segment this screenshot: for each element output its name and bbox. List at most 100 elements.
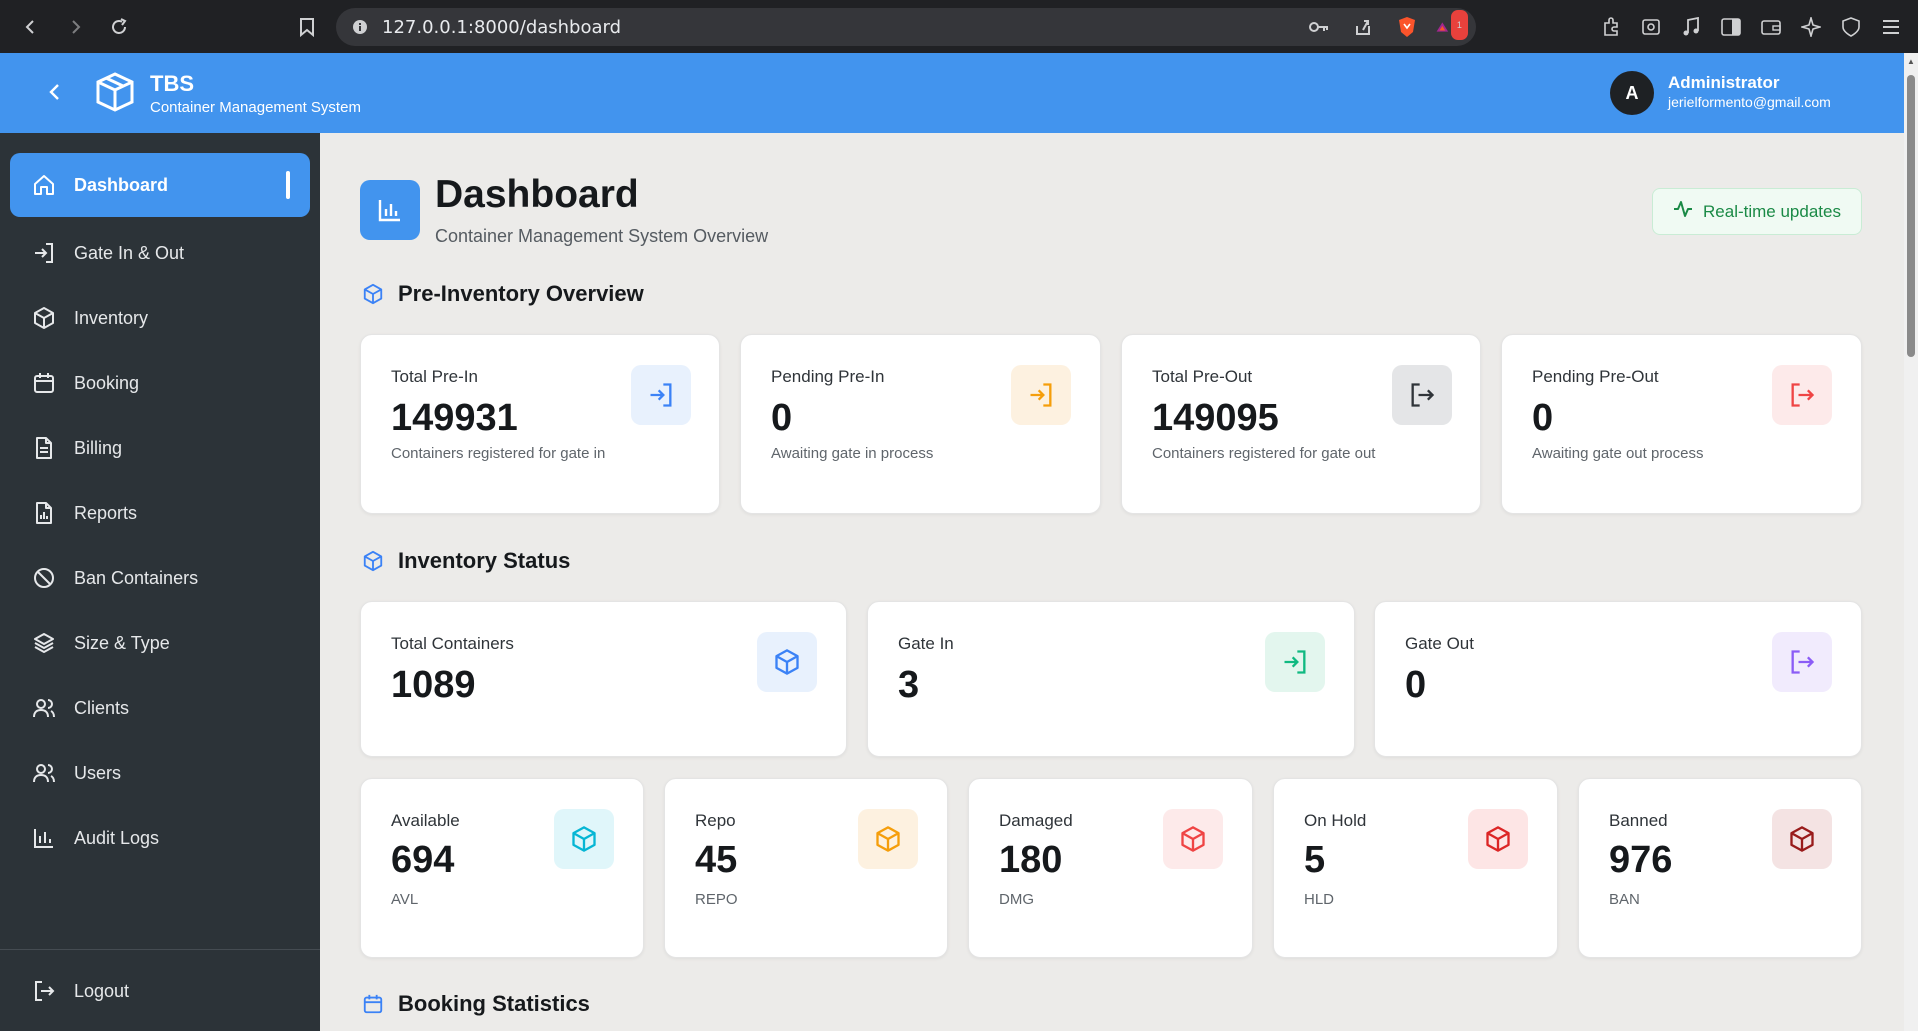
stat-card-total-pre-in[interactable]: Total Pre-In 149931 Containers registere… — [360, 334, 720, 514]
sidebar-toggle-icon[interactable] — [1716, 12, 1746, 42]
scroll-up-icon[interactable]: ▲ — [1906, 57, 1916, 67]
dashboard-chart-icon — [360, 180, 420, 240]
sidebar-item-label: Billing — [74, 437, 123, 458]
stat-label: Pending Pre-In — [771, 367, 885, 386]
status-code: DMG — [999, 891, 1034, 908]
stat-value: 3 — [898, 664, 920, 706]
stat-card-total-containers[interactable]: Total Containers 1089 — [360, 601, 847, 757]
sidebar-item-gate-in-out[interactable]: Gate In & Out — [10, 221, 310, 285]
stat-value: 1089 — [391, 664, 476, 706]
box-icon — [1772, 809, 1832, 869]
stat-label: On Hold — [1304, 811, 1367, 830]
sidebar-item-ban-containers[interactable]: Ban Containers — [10, 546, 310, 610]
stat-card-gate-in[interactable]: Gate In 3 — [867, 601, 1355, 757]
collapse-sidebar-icon[interactable] — [40, 77, 70, 107]
user-info[interactable]: Administrator jerielformento@gmail.com — [1668, 73, 1831, 110]
key-icon[interactable] — [1304, 12, 1334, 42]
stat-label: Banned — [1609, 811, 1668, 830]
sidebar-item-label: Dashboard — [74, 174, 169, 195]
stat-card-pending-pre-out[interactable]: Pending Pre-Out 0 Awaiting gate out proc… — [1501, 334, 1862, 514]
back-icon[interactable] — [16, 12, 46, 42]
share-icon[interactable] — [1348, 12, 1378, 42]
box-icon — [1468, 809, 1528, 869]
sidebar-item-label: Booking — [74, 372, 140, 393]
screenshot-icon[interactable] — [1636, 12, 1666, 42]
container-logo-icon — [94, 71, 136, 113]
brave-shield-icon[interactable] — [1392, 12, 1422, 42]
sidebar-item-billing[interactable]: Billing — [10, 416, 310, 480]
stat-card-pending-pre-in[interactable]: Pending Pre-In 0 Awaiting gate in proces… — [740, 334, 1101, 514]
site-info-icon[interactable] — [350, 17, 370, 37]
stat-card-available[interactable]: Available 694 AVL — [360, 778, 644, 958]
forward-icon[interactable] — [60, 12, 90, 42]
sidebar-item-label: Size & Type — [74, 632, 170, 653]
sidebar-item-label: Ban Containers — [74, 567, 199, 588]
box-icon — [757, 632, 817, 692]
menu-icon[interactable] — [1876, 12, 1906, 42]
stat-value: 45 — [695, 839, 738, 881]
wallet-icon[interactable] — [1756, 12, 1786, 42]
sidebar-item-audit-logs[interactable]: Audit Logs — [10, 806, 310, 870]
sidebar-item-label: Audit Logs — [74, 827, 160, 848]
logout-icon — [30, 977, 58, 1005]
calendar-icon — [360, 991, 386, 1017]
extensions-icon[interactable] — [1596, 12, 1626, 42]
address-bar[interactable]: 127.0.0.1:8000/dashboard 1 — [336, 8, 1476, 46]
sidebar-item-booking[interactable]: Booking — [10, 351, 310, 415]
box-icon — [858, 809, 918, 869]
box-icon — [554, 809, 614, 869]
stat-label: Gate In — [898, 634, 954, 653]
active-indicator — [286, 171, 290, 199]
leo-ai-icon[interactable] — [1796, 12, 1826, 42]
section-title-text: Pre-Inventory Overview — [398, 281, 644, 306]
scrollbar-thumb[interactable] — [1907, 75, 1915, 357]
app-header: TBS Container Management System A Admini… — [0, 53, 1904, 133]
stat-description: Containers registered for gate out — [1152, 445, 1376, 462]
stat-label: Available — [391, 811, 460, 830]
music-icon[interactable] — [1676, 12, 1706, 42]
stat-card-gate-out[interactable]: Gate Out 0 — [1374, 601, 1862, 757]
stat-card-on-hold[interactable]: On Hold 5 HLD — [1273, 778, 1558, 958]
sidebar-item-inventory[interactable]: Inventory — [10, 286, 310, 350]
rewards-icon[interactable]: 1 — [1436, 10, 1468, 42]
vpn-icon[interactable] — [1836, 12, 1866, 42]
stat-card-total-pre-out[interactable]: Total Pre-Out 149095 Containers register… — [1121, 334, 1481, 514]
stat-value: 149095 — [1152, 397, 1279, 439]
sidebar-item-clients[interactable]: Clients — [10, 676, 310, 740]
stat-card-damaged[interactable]: Damaged 180 DMG — [968, 778, 1253, 958]
stat-description: Awaiting gate out process — [1532, 445, 1704, 462]
stat-label: Damaged — [999, 811, 1073, 830]
stat-card-banned[interactable]: Banned 976 BAN — [1578, 778, 1862, 958]
booking-statistics-heading: Booking Statistics — [360, 991, 590, 1017]
bookmark-icon[interactable] — [292, 12, 322, 42]
avatar[interactable]: A — [1610, 71, 1654, 115]
url-text[interactable]: 127.0.0.1:8000/dashboard — [382, 17, 621, 38]
realtime-updates-badge[interactable]: Real-time updates — [1652, 188, 1862, 235]
reload-icon[interactable] — [104, 12, 134, 42]
logout-button[interactable]: Logout — [10, 959, 310, 1023]
status-code: HLD — [1304, 891, 1335, 908]
section-title-text: Inventory Status — [398, 548, 571, 573]
logout-label: Logout — [74, 980, 130, 1001]
sidebar-item-dashboard[interactable]: Dashboard — [10, 153, 310, 217]
box-icon — [30, 304, 58, 332]
page-subtitle: Container Management System Overview — [435, 226, 769, 246]
users-icon — [30, 694, 58, 722]
sidebar-item-reports[interactable]: Reports — [10, 481, 310, 545]
stat-card-repo[interactable]: Repo 45 REPO — [664, 778, 948, 958]
page-scrollbar[interactable]: ▲ — [1904, 53, 1918, 1031]
main-content: Dashboard Container Management System Ov… — [320, 133, 1904, 1031]
box-icon — [360, 281, 386, 307]
page-title: Dashboard — [435, 173, 639, 216]
report-icon — [30, 499, 58, 527]
stat-value: 180 — [999, 839, 1063, 881]
realtime-label: Real-time updates — [1703, 201, 1841, 221]
brand-name: TBS — [150, 71, 194, 96]
login-icon — [30, 239, 58, 267]
sidebar-item-size-type[interactable]: Size & Type — [10, 611, 310, 675]
ban-icon — [30, 564, 58, 592]
home-icon — [30, 171, 58, 199]
status-code: AVL — [391, 891, 419, 908]
box-icon — [1163, 809, 1223, 869]
sidebar-item-users[interactable]: Users — [10, 741, 310, 805]
